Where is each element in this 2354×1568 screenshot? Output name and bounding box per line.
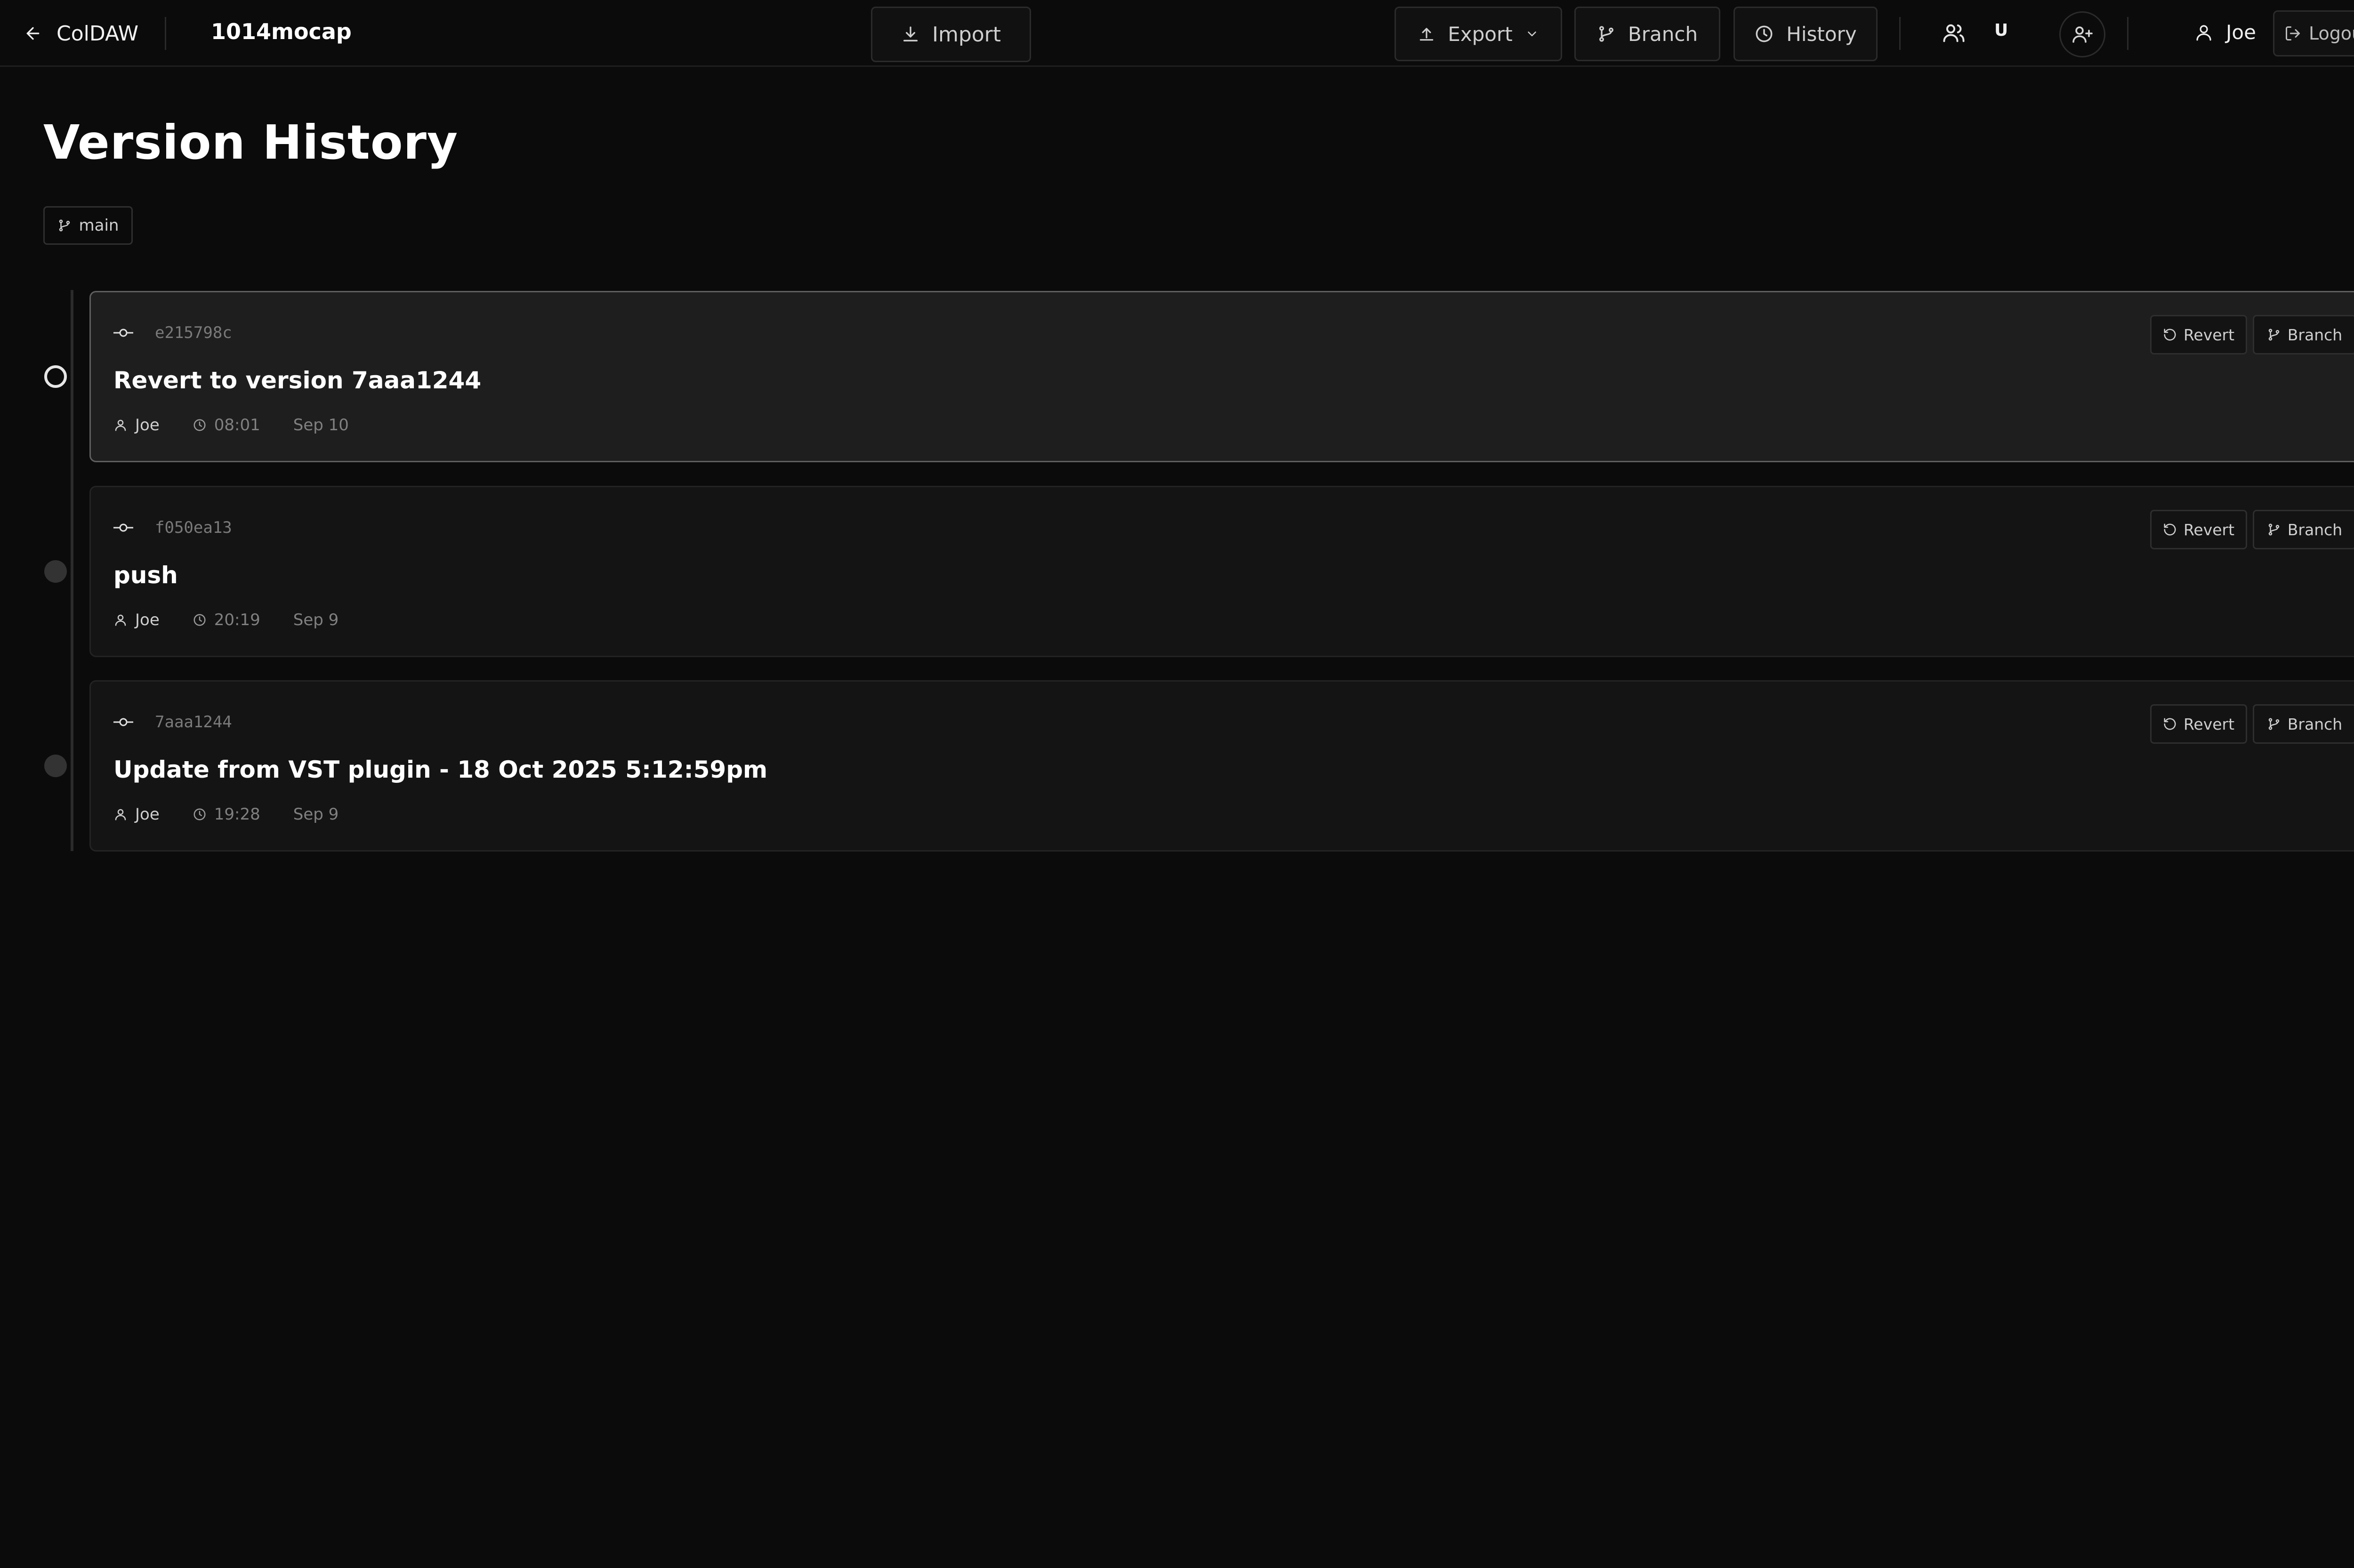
project-title: 1014mocap [211, 19, 352, 44]
timeline-line [71, 290, 73, 851]
git-branch-icon [57, 218, 72, 233]
revert-button[interactable]: Revert [2150, 704, 2247, 744]
user-icon [113, 807, 128, 821]
commit-message: Update from VST plugin - 18 Oct 2025 5:1… [113, 756, 768, 783]
divider [165, 17, 166, 50]
logout-label: Logout [2308, 23, 2354, 44]
commit-author: Joe [113, 611, 160, 629]
commit-message: push [113, 562, 178, 589]
commit-date: Sep 9 [293, 611, 339, 629]
export-label: Export [1448, 22, 1513, 46]
logout-icon [2284, 25, 2301, 42]
commit-hash: f050ea13 [155, 518, 232, 537]
user-icon [2194, 23, 2214, 42]
commit-time: 19:28 [193, 805, 260, 824]
logout-button[interactable]: Logout [2273, 10, 2354, 56]
clock-icon [193, 807, 207, 821]
timeline-dot [44, 560, 67, 583]
branch-label: Branch [2287, 520, 2343, 539]
revert-label: Revert [2183, 715, 2235, 733]
app-name: ColDAW [56, 21, 139, 46]
rotate-ccw-icon [2163, 328, 2177, 342]
clock-icon [193, 613, 207, 627]
author-name: Joe [135, 416, 160, 434]
branch-name: main [79, 216, 119, 235]
timeline-dot [44, 755, 67, 777]
import-label: Import [932, 22, 1001, 47]
user-plus-icon [2071, 23, 2094, 46]
divider [1899, 17, 1901, 50]
commit-time: 20:19 [193, 611, 260, 629]
time-value: 19:28 [214, 805, 260, 824]
upload-icon [1418, 25, 1435, 43]
revert-label: Revert [2183, 520, 2235, 539]
git-commit-icon [113, 327, 133, 338]
branch-from-commit-button[interactable]: Branch [2253, 704, 2354, 744]
commit-time: 08:01 [193, 416, 260, 434]
download-icon [901, 25, 920, 44]
git-commit-icon [113, 716, 133, 728]
git-commit-icon [113, 522, 133, 533]
username: Joe [2226, 21, 2256, 44]
clock-icon [193, 418, 207, 432]
chevron-down-icon [1525, 27, 1539, 41]
time-value: 20:19 [214, 611, 260, 629]
top-bar: ColDAW 1014mocap Import Export Branch Hi… [0, 0, 2354, 67]
branch-from-commit-button[interactable]: Branch [2253, 315, 2354, 354]
commit-author: Joe [113, 805, 160, 824]
rotate-ccw-icon [2163, 717, 2177, 731]
user-icon [113, 613, 128, 627]
time-value: 08:01 [214, 416, 260, 434]
users-icon[interactable] [1942, 21, 1966, 45]
author-name: Joe [135, 611, 160, 629]
git-branch-icon [2267, 328, 2281, 342]
author-name: Joe [135, 805, 160, 824]
branch-label: Branch [2287, 715, 2343, 733]
commit-card[interactable]: e215798c Revert to version 7aaa1244 Joe … [89, 291, 2354, 462]
branch-button[interactable]: Branch [1574, 7, 1720, 61]
branch-label: Branch [1628, 22, 1698, 46]
add-user-button[interactable] [2059, 11, 2105, 57]
commit-date: Sep 9 [293, 805, 339, 824]
history-label: History [1786, 22, 1857, 46]
history-button[interactable]: History [1733, 7, 1878, 61]
commit-author: Joe [113, 416, 160, 434]
collaborator-avatar[interactable]: U [1994, 21, 2008, 40]
commit-card[interactable]: f050ea13 push Joe 20:19 Sep 9 Revert Bra… [89, 486, 2354, 657]
timeline-dot-current [44, 365, 67, 388]
back-button[interactable]: ColDAW [24, 20, 138, 47]
user-menu[interactable]: Joe [2194, 21, 2256, 44]
revert-label: Revert [2183, 325, 2235, 344]
export-button[interactable]: Export [1395, 7, 1562, 61]
current-branch-badge[interactable]: main [43, 206, 133, 245]
version-history-page: ColDAW 1014mocap Import Export Branch Hi… [0, 0, 2354, 1568]
commit-hash: 7aaa1244 [155, 713, 232, 732]
git-branch-icon [2267, 717, 2281, 731]
commit-date: Sep 10 [293, 416, 349, 434]
rotate-ccw-icon [2163, 523, 2177, 537]
page-title: Version History [43, 115, 459, 170]
divider [2127, 17, 2128, 50]
import-button[interactable]: Import [871, 7, 1031, 62]
revert-button[interactable]: Revert [2150, 510, 2247, 549]
commit-hash: e215798c [155, 323, 232, 342]
commit-message: Revert to version 7aaa1244 [113, 367, 482, 394]
git-branch-icon [2267, 523, 2281, 537]
commit-card[interactable]: 7aaa1244 Update from VST plugin - 18 Oct… [89, 680, 2354, 852]
clock-icon [1754, 24, 1774, 44]
branch-from-commit-button[interactable]: Branch [2253, 510, 2354, 549]
arrow-left-icon [24, 24, 42, 43]
branch-label: Branch [2287, 325, 2343, 344]
revert-button[interactable]: Revert [2150, 315, 2247, 354]
git-branch-icon [1597, 24, 1616, 43]
user-icon [113, 418, 128, 432]
